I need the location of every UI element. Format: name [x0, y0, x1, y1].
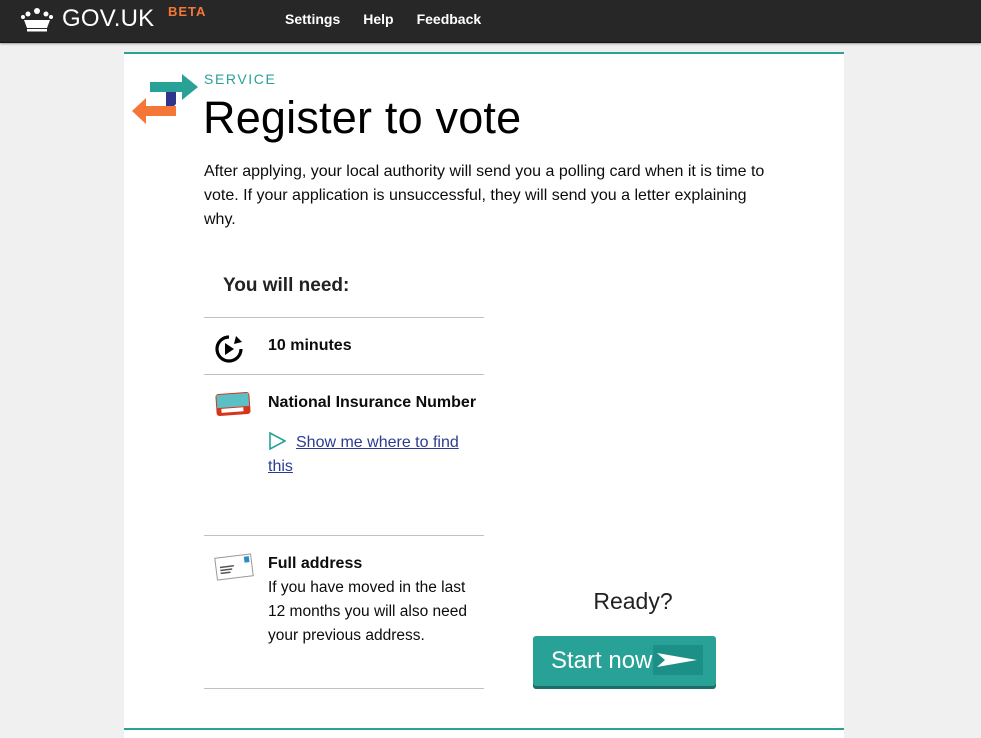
list-item: Full address If you have moved in the la…	[204, 536, 484, 688]
gov-uk-logo[interactable]: GOV.UK	[20, 4, 154, 34]
list-item: National Insurance Number Show me where …	[204, 375, 484, 535]
time-required-text: 10 minutes	[268, 337, 352, 354]
ni-number-title: National Insurance Number	[268, 394, 477, 411]
clock-icon	[215, 335, 243, 363]
crown-icon	[21, 8, 53, 32]
nav-feedback-link[interactable]: Feedback	[417, 11, 482, 27]
address-title: Full address	[268, 555, 363, 572]
arrow-box	[653, 645, 703, 675]
you-will-need-heading: You will need:	[223, 275, 350, 296]
service-arrows-icon	[132, 74, 198, 124]
show-me-where-link[interactable]: Show me where to find this	[268, 434, 459, 475]
intro-paragraph: After applying, your local authority wil…	[204, 163, 765, 228]
start-now-label: Start now	[551, 647, 653, 674]
start-arrow-icon	[657, 653, 697, 667]
divider	[204, 688, 484, 689]
envelope-icon	[214, 553, 254, 581]
show-me-link-wrapper: Show me where to find this	[268, 431, 478, 479]
ni-card-icon	[215, 392, 251, 416]
header-nav: Settings Help Feedback	[285, 11, 504, 27]
content-card: SERVICE Register to vote After applying,…	[124, 52, 844, 738]
gov-uk-header: GOV.UK BETA Settings Help Feedback	[0, 0, 981, 43]
nav-settings-link[interactable]: Settings	[285, 11, 340, 27]
gov-uk-wordmark: GOV.UK	[62, 5, 155, 32]
requirements-list: 10 minutes National Insurance Number Sho…	[204, 317, 484, 689]
list-item: 10 minutes	[204, 318, 484, 374]
start-now-button[interactable]: Start now	[533, 636, 716, 686]
service-label: SERVICE	[204, 71, 277, 87]
play-icon	[269, 432, 286, 450]
ready-text: Ready?	[593, 588, 673, 614]
beta-badge: BETA	[168, 4, 207, 19]
nav-help-link[interactable]: Help	[363, 11, 393, 27]
page-title: Register to vote	[203, 92, 522, 143]
card-bottom-border	[124, 728, 844, 730]
address-description: If you have moved in the last 12 months …	[268, 579, 468, 644]
